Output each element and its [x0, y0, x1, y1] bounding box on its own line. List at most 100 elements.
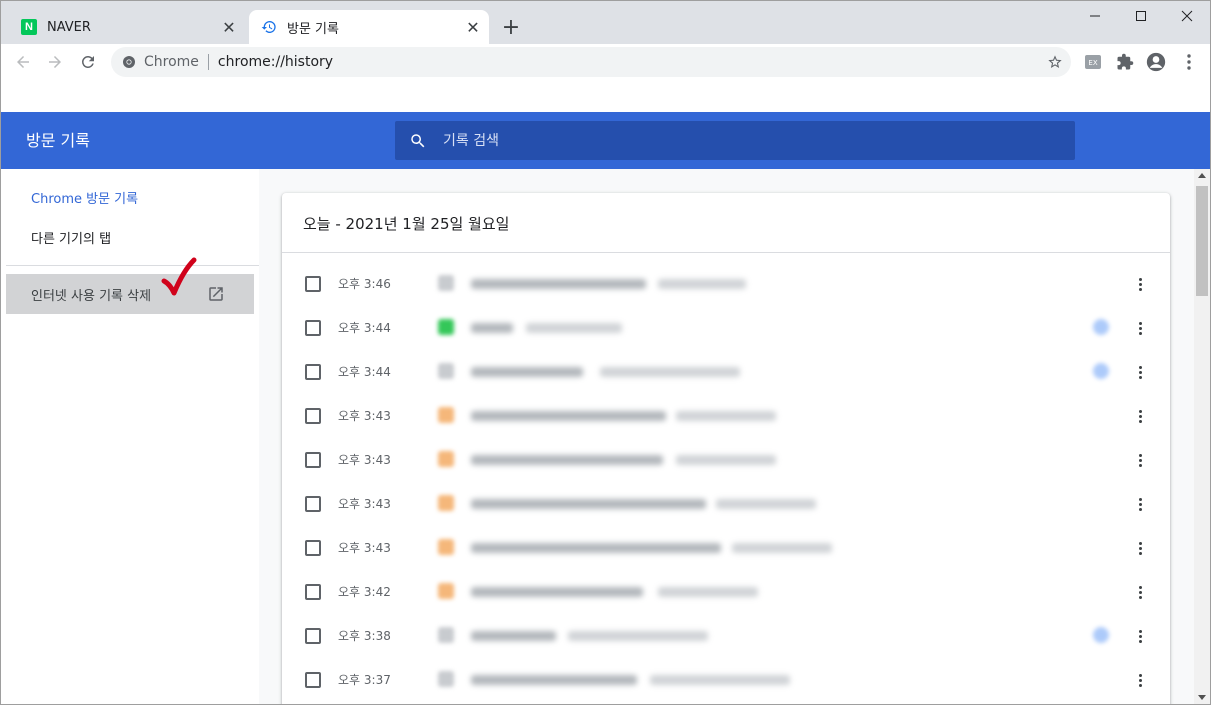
close-icon[interactable] [1164, 1, 1210, 31]
red-checkmark-annotation-icon [161, 257, 197, 296]
site-favicon-icon [438, 275, 454, 291]
more-actions-icon[interactable] [1131, 668, 1149, 692]
history-search-bar[interactable] [395, 121, 1075, 160]
history-row[interactable]: 오후 3:43 [282, 482, 1170, 526]
address-bar[interactable]: Chrome chrome://history [111, 47, 1071, 77]
more-actions-icon[interactable] [1131, 404, 1149, 428]
more-actions-icon[interactable] [1131, 316, 1149, 340]
blurred-domain [658, 279, 746, 289]
scroll-down-arrow-icon[interactable] [1198, 695, 1206, 700]
row-checkbox[interactable] [305, 452, 321, 468]
history-row[interactable]: 오후 3:43 [282, 438, 1170, 482]
row-checkbox[interactable] [305, 364, 321, 380]
scroll-up-arrow-icon[interactable] [1198, 173, 1206, 178]
more-actions-icon[interactable] [1131, 448, 1149, 472]
reload-icon[interactable] [74, 48, 102, 76]
blurred-page-title[interactable] [471, 675, 637, 685]
visit-time: 오후 3:44 [338, 365, 391, 379]
row-checkbox[interactable] [305, 540, 321, 556]
back-arrow-icon[interactable] [9, 48, 37, 76]
tab-history[interactable]: 방문 기록 ✕ [249, 10, 489, 44]
site-label: Chrome [144, 54, 199, 70]
tab-close-icon[interactable]: ✕ [221, 18, 237, 37]
blurred-page-title[interactable] [471, 411, 666, 421]
history-card: 오늘 - 2021년 1월 25일 월요일 오후 3:46 오후 3:44 오후… [282, 193, 1170, 704]
tab-naver[interactable]: N NAVER ✕ [9, 10, 245, 44]
blurred-page-title[interactable] [471, 587, 643, 597]
extension-icon[interactable]: EX [1083, 52, 1103, 72]
more-actions-icon[interactable] [1131, 360, 1149, 384]
more-actions-icon[interactable] [1131, 536, 1149, 560]
profile-avatar-icon[interactable] [1146, 52, 1166, 72]
blurred-page-title[interactable] [471, 631, 556, 641]
history-sidebar: Chrome 방문 기록 다른 기기의 탭 인터넷 사용 기록 삭제 [1, 169, 259, 704]
new-tab-button[interactable]: + [499, 15, 523, 40]
tab-strip: N NAVER ✕ 방문 기록 ✕ + [1, 1, 1210, 44]
site-favicon-icon [438, 583, 454, 599]
row-checkbox[interactable] [305, 584, 321, 600]
more-actions-icon[interactable] [1131, 624, 1149, 648]
more-actions-icon[interactable] [1131, 272, 1149, 296]
tab-title: NAVER [47, 19, 91, 35]
extensions-puzzle-icon[interactable] [1115, 52, 1135, 72]
visit-time: 오후 3:42 [338, 585, 391, 599]
row-checkbox[interactable] [305, 276, 321, 292]
chrome-menu-icon[interactable] [1179, 52, 1199, 72]
row-checkbox[interactable] [305, 672, 321, 688]
row-checkbox[interactable] [305, 628, 321, 644]
history-header: 방문 기록 [1, 112, 1210, 169]
sidebar-item-chrome-history[interactable]: Chrome 방문 기록 [31, 188, 138, 207]
blurred-page-title[interactable] [471, 455, 663, 465]
history-row[interactable]: 오후 3:43 [282, 394, 1170, 438]
history-icon [261, 19, 277, 35]
maximize-icon[interactable] [1118, 1, 1164, 31]
visit-time: 오후 3:37 [338, 673, 391, 687]
history-main: 오늘 - 2021년 1월 25일 월요일 오후 3:46 오후 3:44 오후… [259, 169, 1194, 704]
day-title: 오늘 - 2021년 1월 25일 월요일 [303, 215, 510, 233]
blurred-domain [732, 543, 832, 553]
blurred-domain [526, 323, 622, 333]
blurred-page-title[interactable] [471, 279, 646, 289]
site-favicon-icon [438, 407, 454, 423]
open-in-new-icon [209, 287, 223, 301]
url-text[interactable]: chrome://history [218, 54, 333, 70]
history-row[interactable]: 오후 3:44 [282, 350, 1170, 394]
more-actions-icon[interactable] [1131, 580, 1149, 604]
blurred-page-title[interactable] [471, 323, 513, 333]
visit-time: 오후 3:43 [338, 497, 391, 511]
history-row[interactable]: 오후 3:42 [282, 570, 1170, 614]
bookmark-star-icon[interactable] [1047, 54, 1063, 70]
blurred-page-title[interactable] [471, 367, 583, 377]
scrollbar-thumb[interactable] [1196, 186, 1208, 296]
row-checkbox[interactable] [305, 496, 321, 512]
sidebar-divider [6, 265, 259, 266]
tab-close-icon[interactable]: ✕ [465, 18, 481, 37]
visit-time: 오후 3:43 [338, 541, 391, 555]
blurred-domain [676, 411, 776, 421]
blurred-page-title[interactable] [471, 499, 706, 509]
vertical-scrollbar[interactable] [1194, 169, 1210, 704]
site-favicon-icon [438, 495, 454, 511]
row-checkbox[interactable] [305, 320, 321, 336]
page-title: 방문 기록 [26, 131, 90, 150]
bookmarked-star-icon [1093, 627, 1109, 643]
blurred-page-title[interactable] [471, 543, 721, 553]
history-row[interactable]: 오후 3:44 [282, 306, 1170, 350]
more-actions-icon[interactable] [1131, 492, 1149, 516]
history-row[interactable]: 오후 3:38 [282, 614, 1170, 658]
history-row[interactable]: 오후 3:43 [282, 526, 1170, 570]
forward-arrow-icon[interactable] [41, 48, 69, 76]
search-input[interactable] [441, 131, 1045, 150]
sidebar-item-other-devices[interactable]: 다른 기기의 탭 [31, 228, 111, 247]
clear-browsing-data-button[interactable]: 인터넷 사용 기록 삭제 [6, 274, 254, 314]
row-checkbox[interactable] [305, 408, 321, 424]
naver-logo-icon: N [21, 19, 37, 35]
history-row[interactable]: 오후 3:37 [282, 658, 1170, 702]
svg-text:EX: EX [1088, 59, 1097, 67]
site-favicon-icon [438, 319, 454, 335]
minimize-icon[interactable] [1072, 1, 1118, 31]
tab-title: 방문 기록 [287, 21, 339, 37]
chrome-icon [122, 55, 136, 69]
history-row[interactable]: 오후 3:46 [282, 262, 1170, 306]
site-favicon-icon [438, 671, 454, 687]
